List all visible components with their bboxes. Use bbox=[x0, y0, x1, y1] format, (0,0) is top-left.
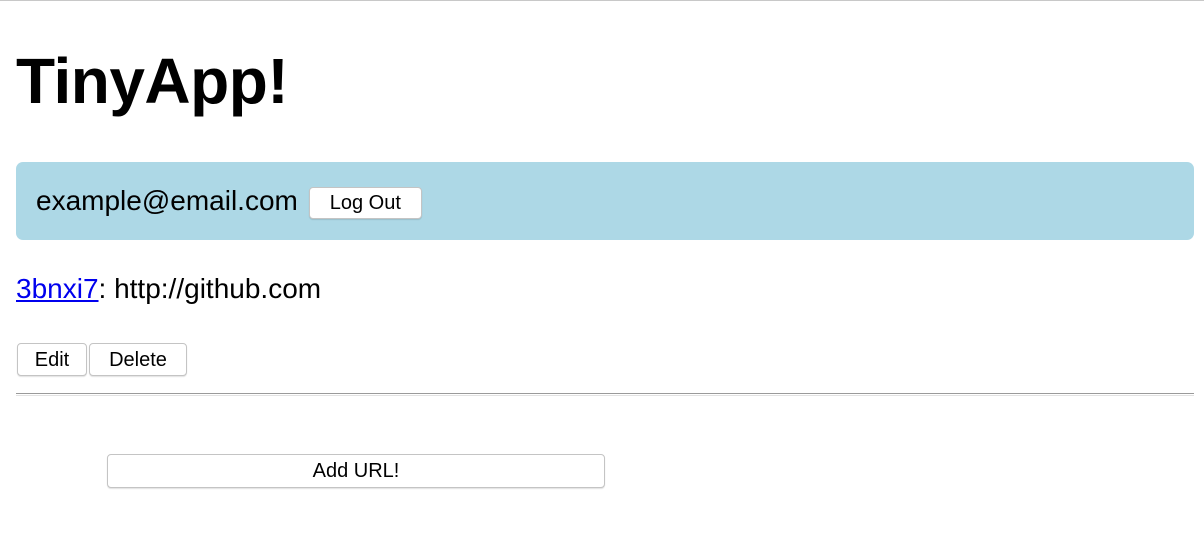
page-title: TinyApp! bbox=[16, 45, 289, 117]
user-email: example@email.com bbox=[36, 185, 298, 216]
user-bar: example@email.com Log Out bbox=[16, 162, 1194, 240]
add-url-button[interactable]: Add URL! bbox=[107, 454, 605, 488]
divider bbox=[16, 393, 1194, 396]
long-url: http://github.com bbox=[114, 273, 322, 304]
logout-button[interactable]: Log Out bbox=[308, 187, 422, 219]
short-url-link[interactable]: 3bnxi7 bbox=[16, 273, 99, 304]
page: TinyApp! example@email.com Log Out 3bnxi… bbox=[0, 0, 1204, 545]
delete-button[interactable]: Delete bbox=[89, 343, 187, 376]
edit-button[interactable]: Edit bbox=[17, 343, 87, 376]
url-list-item: 3bnxi7: http://github.com bbox=[16, 271, 321, 307]
url-separator: : bbox=[98, 273, 107, 304]
